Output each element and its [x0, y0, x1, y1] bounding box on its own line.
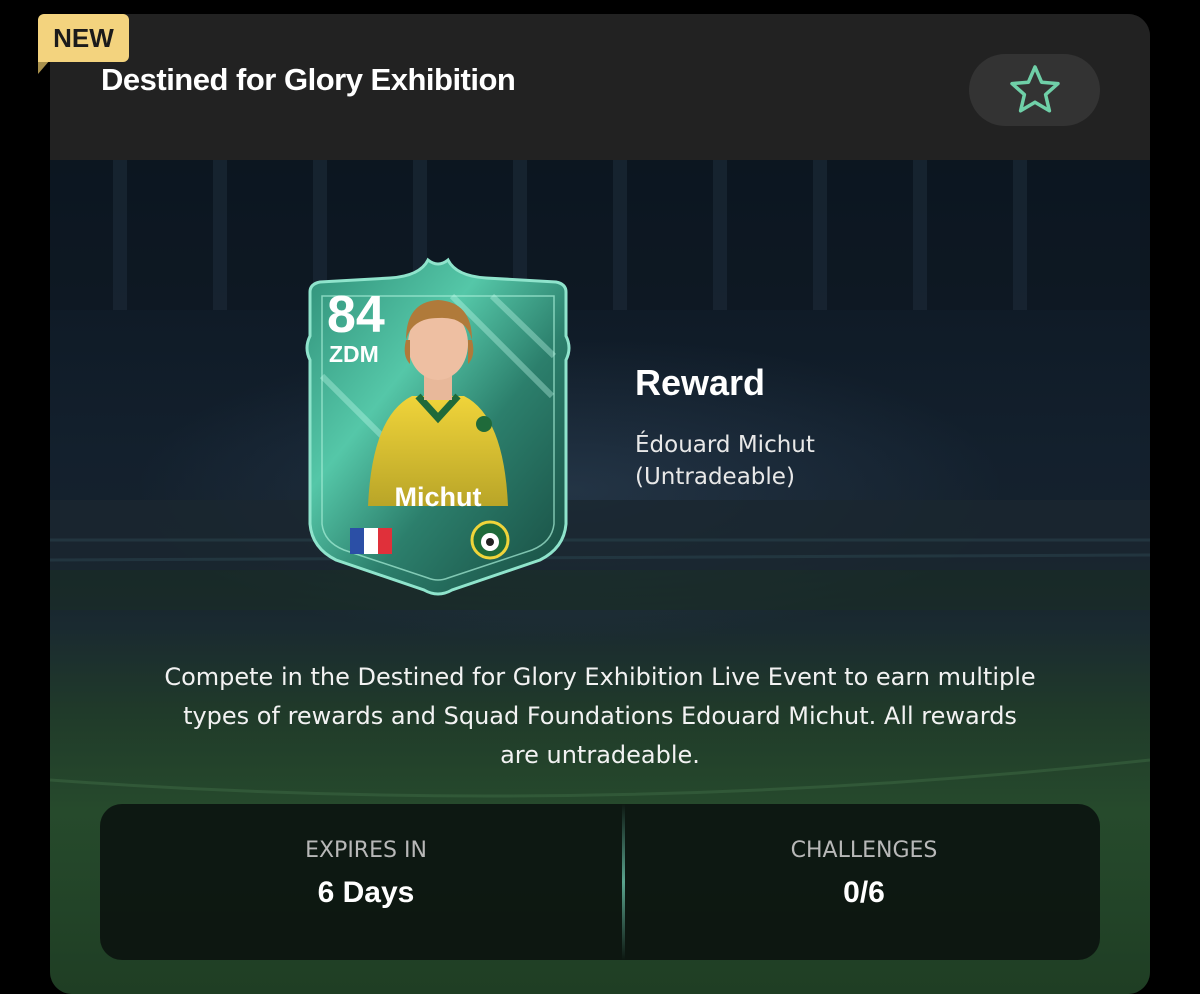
- event-panel: Destined for Glory Exhibition 84 ZDM Mic…: [50, 14, 1150, 994]
- event-hero: 84 ZDM Michut Reward Édouard Michut (Unt…: [50, 160, 1150, 994]
- event-description: Compete in the Destined for Glory Exhibi…: [90, 658, 1110, 775]
- france-flag-icon: [350, 528, 392, 554]
- description-line: Compete in the Destined for Glory Exhibi…: [164, 663, 1036, 691]
- event-header: Destined for Glory Exhibition: [50, 14, 1150, 160]
- new-badge: NEW: [38, 14, 129, 62]
- star-outline-icon: [1009, 65, 1060, 113]
- description-line: are untradeable.: [500, 741, 700, 769]
- reward-title: Reward: [635, 362, 766, 403]
- player-card[interactable]: 84 ZDM Michut: [302, 256, 574, 602]
- reward-player: Édouard Michut: [635, 432, 815, 458]
- card-player-name: Michut: [394, 482, 482, 512]
- challenges-label: CHALLENGES: [790, 838, 938, 863]
- challenges-value: 0/6: [843, 876, 885, 909]
- expires-value: 6 Days: [317, 876, 415, 909]
- event-stats: EXPIRES IN 6 Days CHALLENGES 0/6: [100, 804, 1100, 960]
- description-line: types of rewards and Squad Foundations E…: [183, 702, 1017, 730]
- reward-note: (Untradeable): [635, 464, 795, 490]
- card-position: ZDM: [329, 341, 379, 367]
- card-rating: 84: [327, 286, 385, 344]
- event-title: Destined for Glory Exhibition: [101, 62, 516, 97]
- new-badge-fold: [38, 60, 50, 74]
- favorite-button[interactable]: [969, 54, 1100, 126]
- club-crest-icon: [470, 520, 510, 560]
- expires-label: EXPIRES IN: [305, 838, 427, 863]
